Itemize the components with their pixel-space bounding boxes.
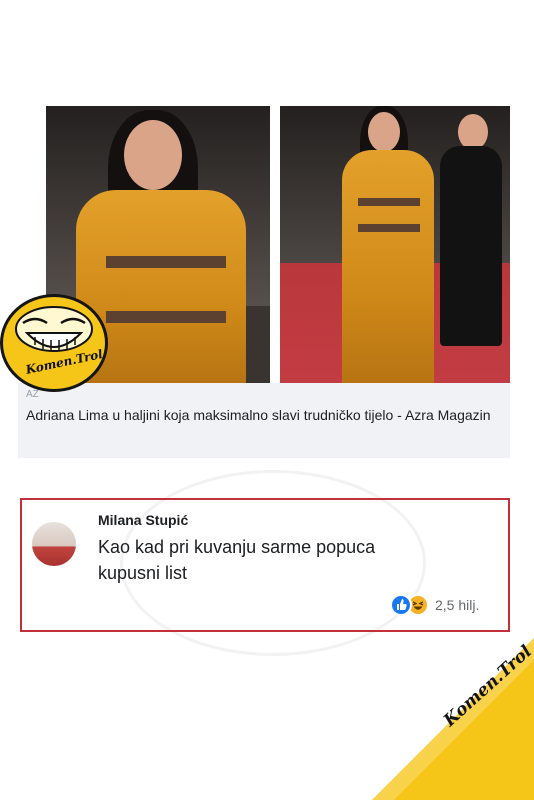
link-caption[interactable]: AZ Adriana Lima u haljini koja maksimaln… (18, 383, 510, 458)
comment-author[interactable]: Milana Stupić (98, 512, 188, 528)
photo-dress-band (358, 224, 420, 232)
photo-figure-head (124, 120, 182, 190)
comment-text: Kao kad pri kuvanju sarme popuca kupusni… (98, 537, 376, 583)
reaction-count: 2,5 hilj. (435, 597, 480, 613)
caption-source: AZ (26, 389, 39, 400)
shared-link-card[interactable]: AZ Adriana Lima u haljini koja maksimaln… (18, 106, 510, 458)
caption-title[interactable]: Adriana Lima u haljini koja maksimalno s… (26, 405, 504, 425)
photo-figure-head (368, 112, 400, 152)
avatar[interactable] (32, 522, 76, 566)
photo-dress-band (358, 198, 420, 206)
photo-man-head (458, 114, 488, 150)
photo-man-suit (440, 146, 502, 346)
like-icon (390, 594, 412, 616)
photo-dress-band (106, 256, 226, 268)
reaction-summary[interactable]: 2,5 hilj. (390, 594, 479, 616)
photo-dress (342, 150, 434, 383)
photo-dress-band (106, 311, 226, 323)
photo-right (280, 106, 510, 383)
highlighted-comment: Milana Stupić Kao kad pri kuvanju sarme … (20, 498, 510, 632)
troll-logo-badge: Komen.Trol (0, 294, 108, 392)
